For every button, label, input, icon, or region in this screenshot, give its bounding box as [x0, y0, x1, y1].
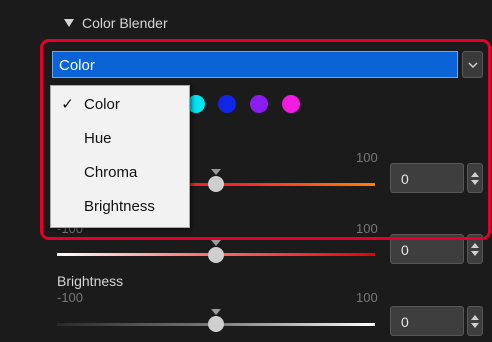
brightness-min-label: -100: [57, 290, 84, 305]
menu-item-chroma[interactable]: Chroma: [51, 157, 189, 187]
panel-title: Color Blender: [82, 15, 168, 31]
panel-header[interactable]: Color Blender: [64, 12, 168, 34]
blend-mode-dropdown-menu: ✓ Color Hue Chroma Brightness: [50, 85, 190, 228]
brightness-spinner[interactable]: [467, 306, 483, 336]
menu-item-hue[interactable]: Hue: [51, 123, 189, 153]
menu-item-label: Hue: [84, 129, 112, 147]
slider2-thumb[interactable]: [208, 240, 224, 263]
brightness-thumb[interactable]: [208, 309, 224, 332]
menu-item-label: Chroma: [84, 163, 138, 181]
spin-down-icon[interactable]: [471, 322, 479, 328]
checkmark-icon: ✓: [61, 96, 74, 113]
menu-item-label: Brightness: [84, 197, 155, 215]
spin-up-icon[interactable]: [471, 242, 479, 248]
brightness-label: Brightness: [57, 273, 124, 289]
menu-item-brightness[interactable]: Brightness: [51, 191, 189, 221]
brightness-value-field[interactable]: 0: [390, 306, 464, 336]
collapse-triangle-icon[interactable]: [64, 19, 74, 27]
menu-item-label: Color: [84, 95, 120, 113]
menu-item-color[interactable]: ✓ Color: [51, 89, 189, 119]
brightness-max-label: 100: [356, 290, 378, 305]
spin-up-icon[interactable]: [471, 314, 479, 320]
spin-down-icon[interactable]: [471, 250, 479, 256]
